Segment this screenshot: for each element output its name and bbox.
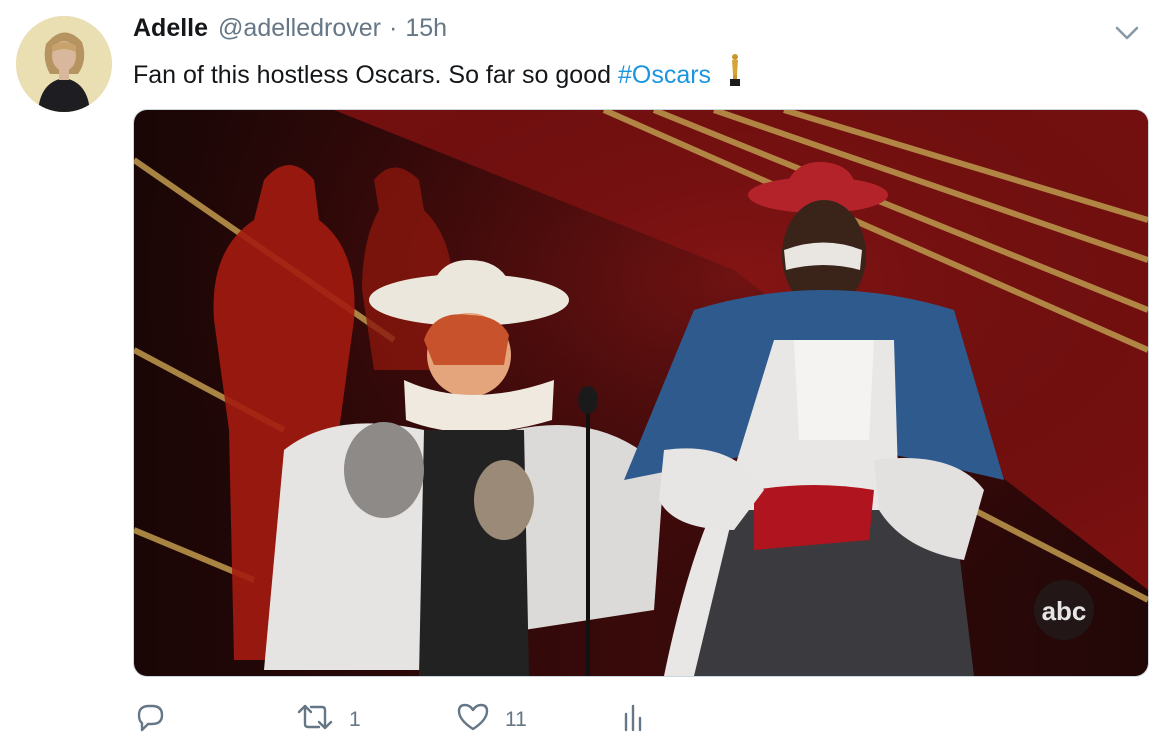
reply-button[interactable] [133, 700, 181, 740]
analytics-button[interactable] [618, 700, 648, 740]
like-count: 11 [505, 708, 527, 731]
retweet-icon [295, 700, 335, 740]
tweet-actions: 1 11 [133, 700, 753, 740]
like-button[interactable]: 11 [455, 700, 527, 740]
avatar-photo [16, 16, 112, 112]
abc-watermark: abc [1042, 596, 1087, 626]
retweet-button[interactable]: 1 [295, 700, 361, 740]
chevron-down-icon[interactable] [1112, 20, 1142, 46]
retweet-count: 1 [349, 708, 361, 731]
heart-icon [455, 700, 491, 740]
hashtag-link[interactable]: #Oscars [618, 61, 711, 89]
analytics-icon [618, 700, 648, 740]
oscar-trophy-emoji [728, 53, 742, 94]
oscars-stage-photo: abc [134, 110, 1148, 676]
author-handle[interactable]: @adelledrover [218, 14, 381, 43]
author-name[interactable]: Adelle [133, 14, 208, 43]
tweet[interactable]: Adelle @adelledrover · 15h Fan of this h… [0, 0, 1162, 754]
reply-icon [133, 700, 167, 740]
tweet-text: Fan of this hostless Oscars. So far so g… [133, 53, 742, 94]
avatar[interactable] [16, 16, 112, 112]
separator-dot: · [389, 14, 398, 42]
tweet-text-plain: Fan of this hostless Oscars. So far so g… [133, 61, 612, 89]
tweet-timestamp[interactable]: 15h [405, 14, 447, 43]
tweet-media-image[interactable]: abc [133, 109, 1149, 677]
tweet-header: Adelle @adelledrover · 15h [133, 14, 447, 46]
